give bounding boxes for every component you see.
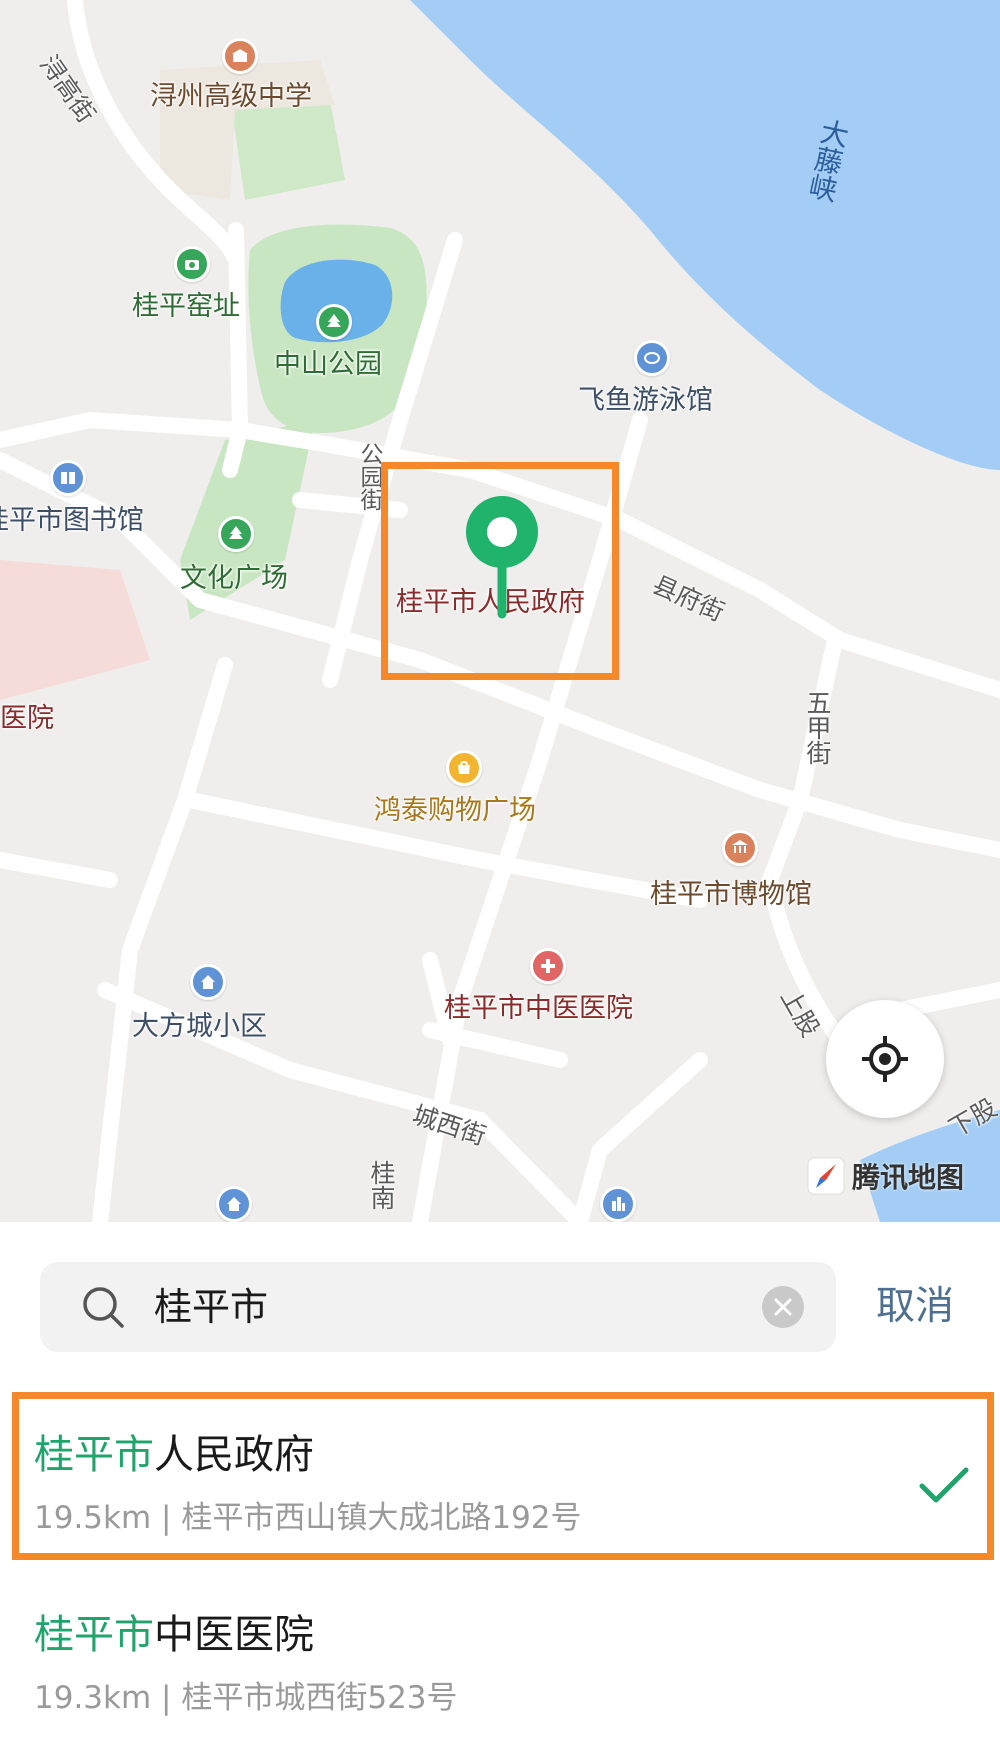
map-label-kiln-site[interactable]: 桂平窑址 — [132, 292, 240, 322]
map-label-museum[interactable]: 桂平市博物馆 — [650, 880, 812, 910]
map-label-community[interactable]: 大方城小区 — [132, 1012, 267, 1042]
square-icon[interactable] — [218, 516, 254, 552]
map-label-mall[interactable]: 鸿泰购物广场 — [374, 796, 536, 826]
shopping-icon[interactable] — [446, 750, 482, 786]
locate-button[interactable] — [826, 1000, 944, 1118]
hospital-icon[interactable] — [530, 948, 566, 984]
search-bar[interactable]: 桂平市 — [40, 1262, 836, 1352]
search-input[interactable]: 桂平市 — [154, 1262, 268, 1352]
school-icon[interactable] — [222, 38, 258, 74]
result-title: 桂平市中医医院 — [34, 1602, 314, 1660]
result-subtitle: 19.3km | 桂平市城西街523号 — [34, 1672, 458, 1717]
map-label-hospital[interactable]: 医院 — [0, 704, 54, 734]
locate-icon — [862, 1036, 908, 1082]
brand-label: 腾讯地图 — [852, 1161, 965, 1194]
landmark-icon[interactable] — [174, 246, 210, 282]
building-icon[interactable] — [600, 1186, 636, 1222]
search-icon — [83, 1287, 124, 1328]
map-label-school[interactable]: 浔州高级中学 — [150, 82, 312, 112]
map-label-street: 桂南 — [367, 1160, 396, 1210]
result-title-highlight: 桂平市 — [34, 1612, 154, 1658]
stadium-icon[interactable] — [634, 340, 670, 376]
map-label-zhongshan-park[interactable]: 中山公园 — [274, 350, 382, 380]
result-separator: | — [161, 1680, 172, 1716]
tencent-map-logo-icon — [807, 1157, 845, 1195]
clear-icon[interactable] — [762, 1286, 804, 1328]
cancel-button[interactable]: 取消 — [876, 1262, 954, 1352]
result-highlight-box — [12, 1392, 994, 1560]
map-brand: 腾讯地图 — [806, 1156, 964, 1196]
map-view[interactable]: 浔州高级中学 浔高街 桂平窑址 中山公园 飞鱼游泳馆 大藤峡 桂平市图书馆 公园… — [0, 0, 1000, 1222]
location-pin-icon[interactable] — [462, 492, 542, 622]
result-item-tcm-hospital[interactable]: 桂平市中医医院 19.3km | 桂平市城西街523号 — [0, 1582, 1000, 1742]
map-label-tcm-hospital[interactable]: 桂平市中医医院 — [444, 994, 633, 1024]
residence-icon[interactable] — [190, 964, 226, 1000]
result-distance: 19.3km — [34, 1680, 152, 1716]
museum-icon[interactable] — [722, 830, 758, 866]
map-label-street: 五甲街 — [803, 690, 832, 765]
library-icon[interactable] — [50, 460, 86, 496]
map-label-pool[interactable]: 飞鱼游泳馆 — [578, 386, 713, 416]
result-title-rest: 中医医院 — [154, 1612, 314, 1658]
park-icon[interactable] — [316, 304, 352, 340]
map-label-street: 公园街 — [356, 442, 382, 511]
residence-icon[interactable] — [216, 1186, 252, 1222]
search-panel: 桂平市 取消 桂平市人民政府 19.5km | 桂平市西山镇大成北路192号 桂… — [0, 1222, 1000, 1764]
result-address: 桂平市城西街523号 — [181, 1680, 458, 1716]
map-label-culture-square[interactable]: 文化广场 — [180, 564, 288, 594]
map-search-screen: 浔州高级中学 浔高街 桂平窑址 中山公园 飞鱼游泳馆 大藤峡 桂平市图书馆 公园… — [0, 0, 1000, 1764]
map-label-library[interactable]: 桂平市图书馆 — [0, 506, 144, 536]
